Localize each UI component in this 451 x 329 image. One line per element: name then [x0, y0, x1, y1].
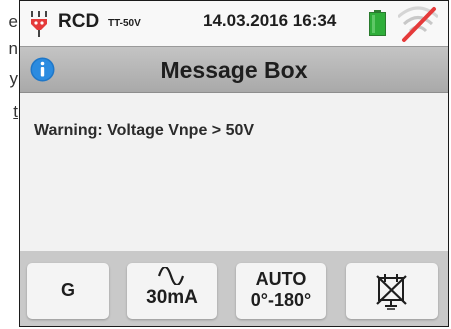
softkey-no-socket[interactable]: [346, 263, 438, 319]
no-socket-icon: [376, 274, 407, 310]
page-edge-fragment: t: [13, 102, 18, 121]
softkey-phase-mode[interactable]: AUTO 0°-180°: [236, 263, 326, 319]
dialog-title: Message Box: [160, 57, 308, 83]
wifi-off-icon: [398, 6, 438, 42]
softkey-bar: G 30mA AUTO 0°-180°: [20, 251, 448, 326]
softkey-phase-mode-line2: 0°-180°: [250, 290, 312, 310]
softkey-g[interactable]: G: [27, 263, 109, 319]
page-edge-fragment: y: [9, 69, 19, 88]
softkey-current-label: 30mA: [146, 287, 198, 308]
measurement-mode: RCD: [58, 11, 100, 32]
status-bar: RCD TT-50V 14.03.2016 16:34: [20, 1, 448, 46]
softkey-phase-mode-line1: AUTO: [255, 269, 307, 289]
message-box-title-bar: Message Box: [20, 46, 448, 93]
softkey-g-label: G: [60, 280, 75, 300]
date-time: 14.03.2016 16:34: [203, 11, 337, 30]
measurement-submode: TT-50V: [108, 18, 141, 29]
battery-full-icon: [369, 10, 386, 36]
instrument-screen: RCD TT-50V 14.03.2016 16:34 Message Box …: [19, 0, 449, 327]
page-edge-fragment: e: [8, 12, 18, 31]
softkey-current-type[interactable]: 30mA: [127, 263, 217, 319]
ac-sine-wave-icon: [158, 267, 184, 285]
rcd-plug-icon: [31, 11, 47, 37]
page-edge-fragment: n: [8, 39, 18, 58]
warning-message: Warning: Voltage Vnpe > 50V: [34, 122, 255, 139]
message-area: Warning: Voltage Vnpe > 50V: [20, 93, 448, 251]
page-edge-text: e n y t: [0, 0, 19, 329]
